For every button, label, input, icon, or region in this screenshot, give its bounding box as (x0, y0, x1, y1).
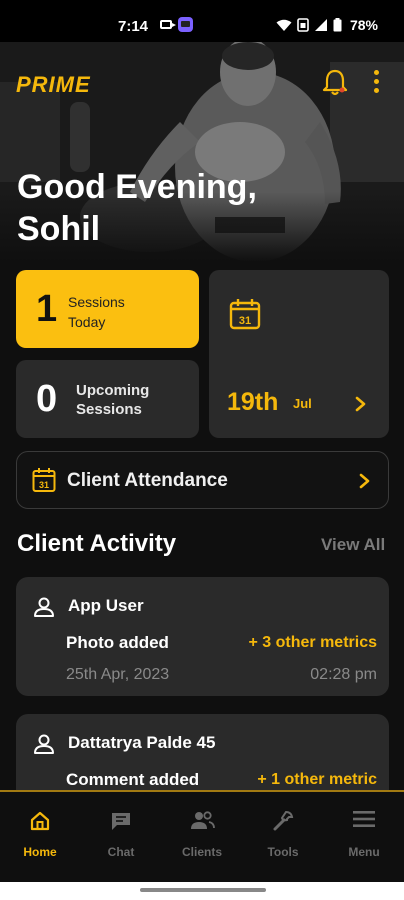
sessions-today-label-line2: Today (68, 314, 106, 330)
home-icon (30, 811, 50, 831)
more-options-icon[interactable] (371, 70, 381, 98)
activity-card[interactable]: App User Photo added + 3 other metrics 2… (16, 577, 389, 696)
upcoming-sessions-card[interactable]: 0 Upcoming Sessions (16, 360, 199, 438)
bell-icon[interactable] (322, 68, 348, 96)
calendar-icon-number: 31 (239, 315, 251, 327)
activity-client-name: App User (68, 596, 144, 615)
greeting-user-name: Sohil (17, 210, 101, 248)
app-notification-icon (178, 17, 193, 32)
activity-metrics-link[interactable]: + 3 other metrics (249, 634, 378, 652)
clients-icon (191, 811, 215, 829)
date-card[interactable]: 31 19th Jul (209, 270, 389, 438)
calendar-icon: 31 (32, 468, 56, 492)
wifi-icon (276, 19, 292, 31)
upcoming-sessions-label: Upcoming Sessions (76, 381, 149, 419)
activity-client-name: Dattatrya Palde 45 (68, 733, 216, 752)
status-right: 78% (276, 17, 378, 33)
chevron-right-icon (359, 473, 370, 489)
wrench-icon (273, 810, 294, 831)
sim-icon (297, 18, 309, 32)
battery-percentage: 78% (349, 17, 378, 33)
user-icon (34, 597, 54, 617)
sessions-today-label-line1: Sessions (68, 294, 125, 310)
calendar-icon: 31 (229, 299, 261, 330)
status-time: 7:14 (118, 18, 149, 35)
attendance-calendar-number: 31 (39, 480, 49, 490)
upcoming-label-line2: Sessions (76, 401, 142, 418)
nav-home[interactable]: Home (0, 792, 80, 882)
sessions-today-count: 1 (36, 288, 58, 330)
nav-tools[interactable]: Tools (243, 792, 323, 882)
upcoming-label-line1: Upcoming (76, 382, 150, 399)
greeting-text: Good Evening, Sohil (17, 166, 257, 250)
client-activity-title: Client Activity (17, 530, 177, 557)
nav-chat-label: Chat (107, 845, 135, 859)
nav-menu-label: Menu (348, 845, 380, 859)
user-icon (34, 734, 54, 754)
video-icon (160, 20, 176, 29)
brand-logo: PRIME (16, 72, 91, 97)
nav-clients[interactable]: Clients (162, 792, 242, 882)
bottom-navigation: Home Chat Clients Tools Menu (0, 790, 404, 882)
gesture-handle[interactable] (140, 888, 266, 892)
date-day: 19th (227, 388, 279, 416)
client-attendance-label: Client Attendance (67, 470, 228, 491)
activity-date: 25th Apr, 2023 (66, 666, 170, 683)
activity-description: Photo added (66, 633, 169, 652)
client-attendance-button[interactable]: 31 Client Attendance (16, 451, 389, 509)
status-bar: 7:14 78% (0, 0, 404, 42)
view-all-link[interactable]: View All (321, 535, 385, 555)
signal-icon (314, 19, 327, 31)
date-month: Jul (293, 396, 312, 411)
nav-tools-label: Tools (267, 845, 299, 859)
greeting-line-1: Good Evening, (17, 168, 257, 206)
nav-clients-label: Clients (181, 845, 222, 859)
menu-icon (353, 811, 375, 827)
battery-icon (333, 18, 342, 32)
activity-description: Comment added (66, 770, 200, 789)
app-screen: 7:14 78% PRIME Good Evening, Sohil 1 Ses… (0, 0, 404, 900)
chevron-right-icon (355, 396, 366, 412)
activity-time: 02:28 pm (310, 666, 377, 683)
sessions-today-label: Sessions Today (68, 292, 125, 332)
chat-icon (112, 813, 130, 830)
nav-home-label: Home (23, 845, 57, 859)
sessions-today-card[interactable]: 1 Sessions Today (16, 270, 199, 348)
nav-menu[interactable]: Menu (324, 792, 404, 882)
upcoming-sessions-count: 0 (36, 378, 58, 420)
nav-chat[interactable]: Chat (81, 792, 161, 882)
activity-metrics-link[interactable]: + 1 other metric (257, 771, 377, 789)
